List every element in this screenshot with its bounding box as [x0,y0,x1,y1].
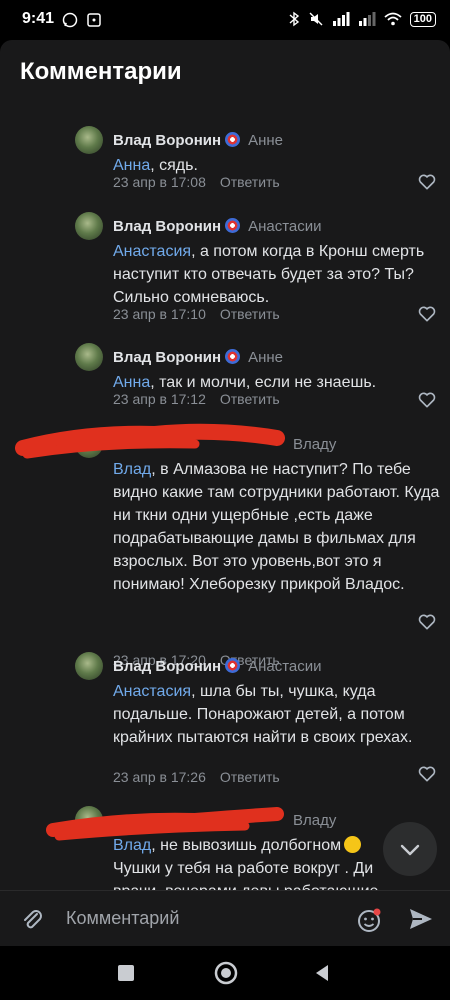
reply-to[interactable]: Анне [248,132,283,149]
signal-icon [332,12,350,26]
comment-body: , в Алмазова не наступит? По тебе видно … [113,461,440,593]
back-icon[interactable] [312,963,332,983]
recents-icon[interactable] [116,963,136,983]
wifi-icon [384,12,402,26]
paperclip-icon[interactable] [19,906,45,932]
comment-time: 23 апр в 17:26 [113,769,206,785]
reply-to[interactable]: Владу [293,436,336,453]
scroll-down-button[interactable] [383,822,437,876]
reply-button[interactable]: Ответить [220,391,280,407]
captain-shield-icon [225,658,241,673]
comment-meta: 23 апр в 17:12 Ответить [113,391,280,407]
heart-icon[interactable] [417,612,437,632]
comment-item: Влад Воронин Анне Анна, так и молчи, если… [75,343,445,413]
comments-sheet: Комментарии Влад Воронин Анне Анна, сядь.… [0,40,450,890]
mention-link[interactable]: Анна [113,374,150,391]
avatar[interactable] [75,212,103,240]
comment-body: , так и молчи, если не знаешь. [150,374,377,391]
comment-item: Влад Воронин Анастасии Анастасия, шла бы … [75,652,445,792]
bluetooth-icon [289,11,299,27]
comment-input-bar: Комментарий [0,890,450,947]
comment-author[interactable]: Влад Воронин [113,349,221,366]
reply-button[interactable]: Ответить [220,306,280,322]
comment-author[interactable]: Влад Воронин [113,218,221,235]
redaction-scribble [46,807,284,841]
captain-shield-icon [225,218,241,233]
signal-icon-2 [358,12,376,26]
avatar[interactable] [75,343,103,371]
comment-body-line: врачи, вечерами девы работающие [113,880,443,890]
comment-meta: 23 апр в 17:08 Ответить [113,174,280,190]
comment-time: 23 апр в 17:10 [113,306,206,322]
comment-text: Влад, в Алмазова не наступит? По тебе ви… [113,458,443,596]
page-title: Комментарии [20,58,182,85]
heart-icon[interactable] [417,390,437,410]
whatsapp-icon [62,12,78,28]
captain-shield-icon [225,349,241,364]
wink-emoji-icon [344,836,362,853]
captain-shield-icon [225,132,241,147]
heart-icon[interactable] [417,172,437,192]
reply-button[interactable]: Ответить [220,769,280,785]
comment-author[interactable]: Влад Воронин [113,132,221,149]
comment-time: 23 апр в 17:12 [113,391,206,407]
comment-item: Влад Воронин Анне Анна, сядь. 23 апр в 17… [75,126,445,196]
send-icon[interactable] [408,907,434,931]
comment-item: Влад Воронин Анастасии Анастасия, а потом… [75,212,445,332]
comment-author[interactable]: Влад Воронин [113,658,221,675]
comment-meta: 23 апр в 17:10 Ответить [113,306,280,322]
comment-body: , сядь. [150,157,198,174]
heart-icon[interactable] [417,764,437,784]
mention-link[interactable]: Анастасия [113,683,191,700]
comment-header: Влад Воронин Анне [113,349,283,366]
comment-header: Влад Воронин Анне [113,132,283,149]
reply-to[interactable]: Анастасии [248,218,321,235]
comment-text: Анастасия, а потом когда в Кронш смерть … [113,240,443,309]
mention-link[interactable]: Анастасия [113,243,191,260]
status-time: 9:41 [22,10,55,27]
heart-icon[interactable] [417,304,437,324]
reply-to[interactable]: Анастасии [248,658,321,675]
comment-header: Влад Воронин Анастасии [113,658,322,675]
mention-link[interactable]: Анна [113,157,150,174]
status-bar: 9:41 100 [0,0,450,40]
comment-text: Анастасия, шла бы ты, чушка, куда подаль… [113,680,443,749]
battery-indicator: 100 [409,11,436,27]
comment-meta: 23 апр в 17:26 Ответить [113,769,280,785]
redaction-scribble [15,423,285,459]
mute-icon [309,12,323,26]
emoji-icon[interactable] [356,906,384,934]
chevron-down-icon [400,844,420,856]
comment-time: 23 апр в 17:08 [113,174,206,190]
comment-input[interactable]: Комментарий [66,908,179,929]
comment-header: Влад Воронин Анастасии [113,218,322,235]
avatar[interactable] [75,126,103,154]
notification-icon [87,13,101,27]
reply-to[interactable]: Владу [293,812,336,829]
avatar[interactable] [75,652,103,680]
system-nav-bar [0,946,450,1000]
reply-button[interactable]: Ответить [220,174,280,190]
home-icon[interactable] [213,960,239,986]
reply-to[interactable]: Анне [248,349,283,366]
